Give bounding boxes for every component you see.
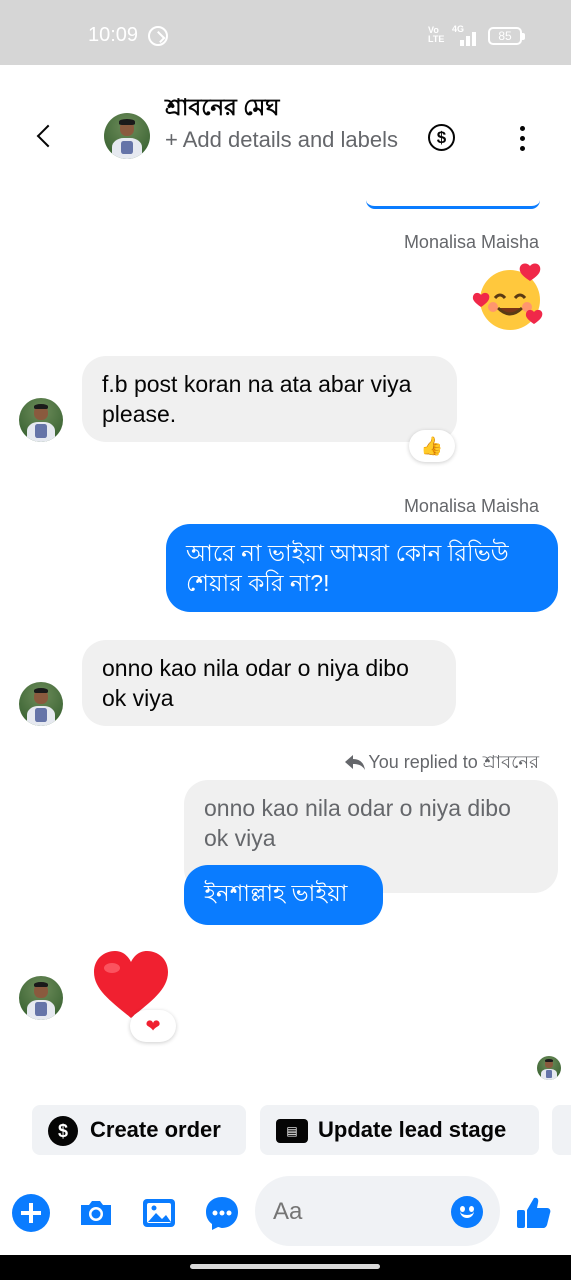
home-handle[interactable] <box>190 1264 380 1269</box>
previous-message-edge <box>366 200 540 209</box>
volte-indicator: Vo LTE <box>428 25 445 44</box>
message-list[interactable]: Monalisa Maisha f.b post koran na ata ab… <box>0 200 571 1095</box>
contact-avatar-small[interactable] <box>19 398 63 442</box>
incoming-message[interactable]: f.b post koran na ata abar viya please. <box>82 356 457 442</box>
heart-reaction[interactable]: ❤ <box>130 1010 176 1042</box>
contact-avatar-small[interactable] <box>19 682 63 726</box>
emoji-icon[interactable] <box>451 1196 483 1228</box>
system-nav-bar <box>0 1255 571 1280</box>
reply-icon <box>345 755 366 770</box>
update-lead-stage-button[interactable]: ▤ Update lead stage <box>260 1105 539 1155</box>
sender-name: Monalisa Maisha <box>403 496 539 516</box>
like-reaction[interactable]: 👍 <box>409 430 455 462</box>
contact-avatar-small[interactable] <box>19 976 63 1020</box>
sender-name: Monalisa Maisha <box>403 232 539 252</box>
signal-icon <box>452 26 478 46</box>
plus-icon[interactable] <box>12 1194 50 1232</box>
message-input[interactable] <box>273 1198 423 1226</box>
dollar-icon[interactable]: $ <box>428 124 455 151</box>
camera-icon[interactable] <box>77 1194 115 1232</box>
status-bar: 10:09 Vo LTE 4G 85 <box>0 0 571 65</box>
back-icon[interactable] <box>30 120 62 152</box>
status-time: 10:09 <box>88 24 139 46</box>
id-card-icon: ▤ <box>276 1119 308 1143</box>
create-order-label: Create order <box>90 1117 221 1142</box>
dnd-icon <box>148 26 168 46</box>
create-order-button[interactable]: $ Create order <box>32 1105 246 1155</box>
gallery-icon[interactable] <box>140 1194 178 1232</box>
reply-indicator: You replied to শ্রাবনের <box>344 748 539 779</box>
more-icon[interactable] <box>512 123 532 153</box>
chat-header: শ্রাবনের মেঘ + Add details and labels $ <box>0 65 571 200</box>
message-input-box[interactable] <box>255 1176 500 1246</box>
incoming-message[interactable]: onno kao nila odar o niya dibo ok viya <box>82 640 456 726</box>
composer <box>0 1170 571 1255</box>
like-icon[interactable] <box>515 1194 553 1232</box>
quick-actions: $ Create order ▤ Update lead stage <box>0 1105 571 1157</box>
reply-label-text: You replied to শ্রাবনের <box>368 752 539 772</box>
battery-icon: 85 <box>488 27 525 45</box>
update-lead-stage-label: Update lead stage <box>318 1117 507 1142</box>
contact-avatar[interactable] <box>104 113 150 159</box>
outgoing-reply-message[interactable]: ইনশাল্লাহ ভাইয়া <box>184 865 383 925</box>
seen-avatar <box>537 1056 561 1080</box>
outgoing-message[interactable]: আরে না ভাইয়া আমরা কোন রিভিউ শেয়ার করি … <box>166 524 558 612</box>
dollar-circle-icon: $ <box>48 1116 78 1146</box>
smiling-hearts-emoji[interactable] <box>472 260 548 336</box>
more-quick-action[interactable] <box>552 1105 571 1155</box>
chat-bubble-icon[interactable] <box>203 1194 241 1232</box>
add-details-link[interactable]: + Add details and labels <box>165 122 405 157</box>
